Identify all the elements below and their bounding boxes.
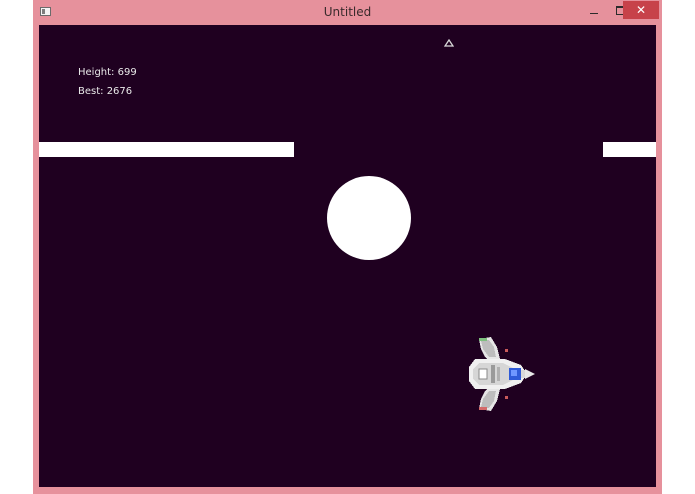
game-canvas[interactable]: Height: 699 Best: 2676 [39, 25, 656, 487]
white-ball [327, 176, 411, 260]
window-title: Untitled [323, 5, 372, 19]
best-score-label: Best: 2676 [78, 86, 133, 97]
height-score-label: Height: 699 [78, 67, 137, 78]
platform-left [39, 142, 294, 157]
spaceship-icon [469, 337, 535, 411]
minimize-icon [590, 12, 598, 14]
close-button[interactable]: ✕ [623, 1, 659, 19]
platform-right [603, 142, 656, 157]
title-bar[interactable]: Untitled ✕ [33, 0, 662, 25]
minimize-button[interactable] [581, 1, 607, 19]
up-arrow-outline-icon [444, 39, 454, 47]
close-icon: ✕ [635, 3, 647, 17]
